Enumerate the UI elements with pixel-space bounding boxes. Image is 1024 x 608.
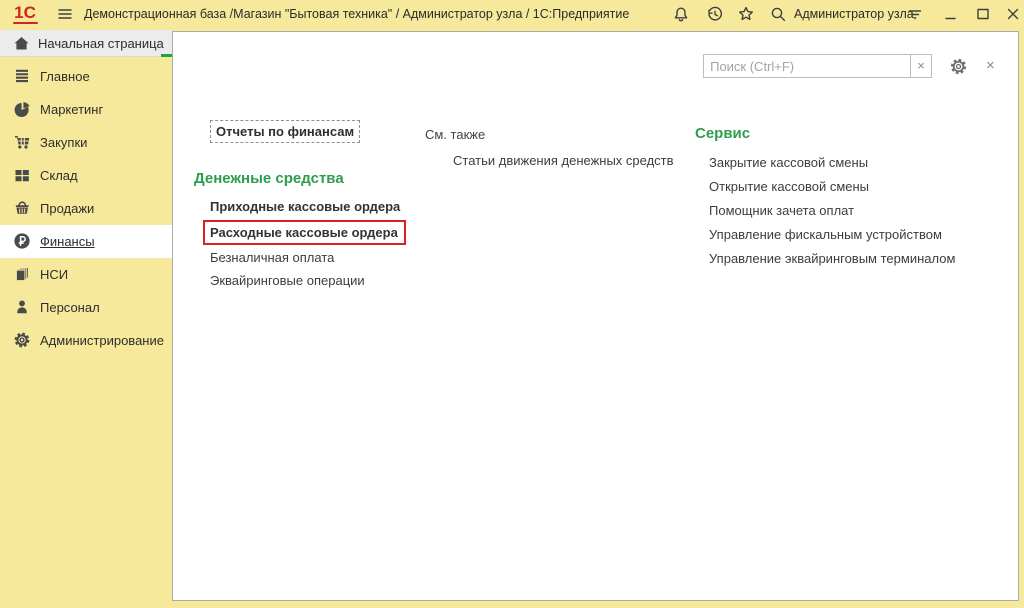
cart-icon	[13, 133, 31, 151]
app-window: { "titlebar": { "logo_text": "1С", "titl…	[0, 0, 1024, 608]
sidebar-item-administration[interactable]: Администрирование	[0, 324, 172, 357]
gear-icon	[13, 331, 31, 349]
sidebar-item-label: Маркетинг	[40, 102, 103, 117]
column-see-also: См. также Статьи движения денежных средс…	[425, 127, 675, 177]
main-menu-icon[interactable]	[56, 5, 74, 23]
link-cashless-payment[interactable]: Безналичная оплата	[210, 251, 434, 264]
sidebar-item-label: Закупки	[40, 135, 87, 150]
sidebar-item-main[interactable]: Главное	[0, 60, 172, 93]
home-page-tab[interactable]: Начальная страница	[0, 30, 172, 57]
panel-settings-gear-icon[interactable]	[949, 57, 968, 76]
sidebar-item-purchases[interactable]: Закупки	[0, 126, 172, 159]
grid-icon	[13, 166, 31, 184]
active-section-indicator	[161, 54, 172, 57]
search-row: × ×	[703, 54, 1000, 78]
link-open-cash-shift[interactable]: Открытие кассовой смены	[709, 180, 995, 193]
notifications-bell-icon[interactable]	[672, 5, 690, 23]
link-cash-in-orders[interactable]: Приходные кассовые ордера	[210, 200, 434, 213]
link-cash-out-orders-highlighted[interactable]: Расходные кассовые ордера	[203, 220, 406, 245]
column-service: Сервис Закрытие кассовой смены Открытие …	[695, 125, 995, 276]
person-icon	[13, 298, 31, 316]
basket-icon	[13, 199, 31, 217]
sidebar-item-marketing[interactable]: Маркетинг	[0, 93, 172, 126]
link-payment-offset-assistant[interactable]: Помощник зачета оплат	[709, 204, 995, 217]
see-also-heading: См. также	[425, 127, 675, 142]
link-cash-flow-items[interactable]: Статьи движения денежных средств	[453, 154, 675, 167]
current-user-label[interactable]: Администратор узла	[794, 7, 914, 21]
titlebar: 1С Демонстрационная база /Магазин "Бытов…	[0, 0, 1024, 28]
sidebar-item-label: Продажи	[40, 201, 94, 216]
link-finance-reports[interactable]: Отчеты по финансам	[210, 120, 360, 143]
history-icon[interactable]	[706, 5, 724, 23]
search-input[interactable]	[704, 55, 910, 77]
minimize-button[interactable]	[942, 5, 960, 23]
sidebar-item-label: Финансы	[40, 234, 95, 249]
maximize-button[interactable]	[974, 5, 992, 23]
link-close-cash-shift[interactable]: Закрытие кассовой смены	[709, 156, 995, 169]
group-heading-service: Сервис	[695, 125, 995, 142]
home-tab-label: Начальная страница	[38, 36, 164, 51]
sidebar-item-sales[interactable]: Продажи	[0, 192, 172, 225]
section-panel: Главное Маркетинг Закупки Склад Продажи …	[0, 60, 172, 357]
sidebar-item-label: Склад	[40, 168, 78, 183]
titlebar-settings-icon[interactable]	[906, 5, 924, 23]
list-icon	[13, 67, 31, 85]
sidebar-item-warehouse[interactable]: Склад	[0, 159, 172, 192]
favorites-star-icon[interactable]	[737, 5, 755, 23]
group-heading-cash: Денежные средства	[194, 170, 434, 187]
sidebar-item-finance[interactable]: Финансы	[0, 225, 172, 258]
sidebar-item-nsi[interactable]: НСИ	[0, 258, 172, 291]
panel-close-icon[interactable]: ×	[986, 59, 1000, 73]
stack-icon	[13, 265, 31, 283]
search-box: ×	[703, 54, 932, 78]
global-search-icon[interactable]	[769, 5, 787, 23]
sidebar-item-personnel[interactable]: Персонал	[0, 291, 172, 324]
window-title: Демонстрационная база /Магазин "Бытовая …	[84, 7, 629, 21]
link-acquiring-terminal-management[interactable]: Управление эквайринговым терминалом	[709, 252, 995, 265]
close-button[interactable]	[1004, 5, 1022, 23]
sidebar-item-label: Главное	[40, 69, 90, 84]
sidebar-item-label: Администрирование	[40, 333, 164, 348]
section-functions-panel: × × Отчеты по финансам Денежные средства…	[172, 31, 1019, 601]
link-acquiring-operations[interactable]: Эквайринговые операции	[210, 274, 434, 287]
sidebar-item-label: НСИ	[40, 267, 68, 282]
home-icon	[13, 35, 30, 57]
column-cash: Отчеты по финансам Денежные средства При…	[194, 120, 434, 297]
search-clear-icon[interactable]: ×	[910, 55, 931, 77]
pie-chart-icon	[13, 100, 31, 118]
ruble-coin-icon	[13, 232, 31, 250]
1c-logo: 1С	[10, 3, 40, 25]
link-fiscal-device-management[interactable]: Управление фискальным устройством	[709, 228, 995, 241]
sidebar-item-label: Персонал	[40, 300, 100, 315]
